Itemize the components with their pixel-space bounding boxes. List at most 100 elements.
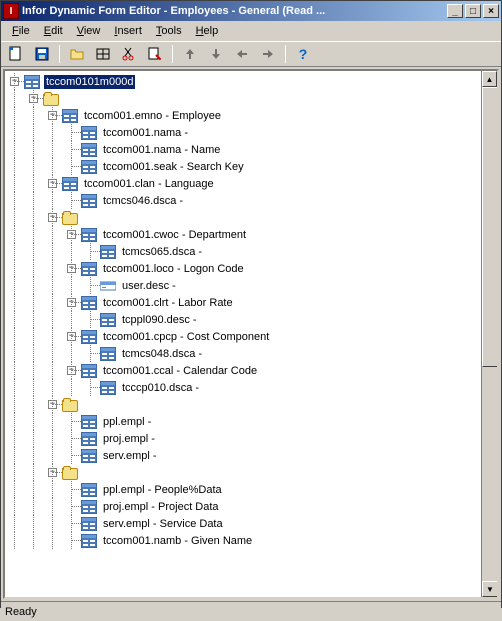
tree-node[interactable]: − [5,209,481,226]
tree-node[interactable]: proj.empl - Project Data [5,498,481,515]
move-up-button[interactable] [179,44,201,64]
collapse-toggle[interactable]: − [5,73,24,90]
tree-node[interactable]: − tccom001.clan - Language [5,175,481,192]
move-down-button[interactable] [205,44,227,64]
collapse-toggle[interactable]: − [43,464,62,481]
help-button[interactable]: ? [292,44,314,64]
tree-node-label[interactable]: tccom001.namb - Given Name [101,534,254,548]
tree-pane: −tccom0101m000d−−tccom001.emno - Employe… [3,69,499,599]
tree-node[interactable]: ppl.empl - People%Data [5,481,481,498]
tree-node[interactable]: tcccp010.dsca - [5,379,481,396]
tree-node-label[interactable]: tccom0101m000d [44,75,135,89]
scroll-down-arrow[interactable]: ▼ [482,581,498,597]
tree-node[interactable]: tcppl090.desc - [5,311,481,328]
tree-node[interactable]: proj.empl - [5,430,481,447]
tree-node[interactable]: tcmcs065.dsca - [5,243,481,260]
tree-node-label[interactable]: ppl.empl - [101,415,153,429]
collapse-toggle[interactable]: − [24,90,43,107]
tree-node-label[interactable]: tccom001.loco - Logon Code [101,262,246,276]
tree-node[interactable]: − [5,464,481,481]
tree-node-label[interactable]: tccom001.cwoc - Department [101,228,248,242]
tree-node[interactable]: tccom001.namb - Given Name [5,532,481,549]
tree-node-label[interactable]: tcmcs046.dsca - [101,194,185,208]
tree-node[interactable]: − tccom001.loco - Logon Code [5,260,481,277]
open-button[interactable] [66,44,88,64]
tree-node-label[interactable]: tccom001.clrt - Labor Rate [101,296,235,310]
menu-edit[interactable]: Edit [37,23,70,39]
collapse-toggle[interactable]: − [62,226,81,243]
tree-node-label[interactable]: tccom001.ccal - Calendar Code [101,364,259,378]
tree-node-label[interactable]: tccom001.emno - Employee [82,109,223,123]
tree-node[interactable]: tccom001.nama - Name [5,141,481,158]
menu-file[interactable]: File [5,23,37,39]
form-icon [81,125,97,141]
properties-button[interactable] [144,44,166,64]
scroll-thumb[interactable] [482,87,498,367]
minimize-button[interactable]: _ [447,4,463,18]
save-button[interactable] [31,44,53,64]
collapse-toggle[interactable]: − [62,328,81,345]
tree-node-label[interactable]: tccom001.nama - Name [101,143,222,157]
tree-node-label[interactable]: serv.empl - Service Data [101,517,225,531]
tree-node[interactable]: − tccom001.ccal - Calendar Code [5,362,481,379]
vertical-scrollbar[interactable]: ▲ ▼ [481,71,497,597]
tree-node[interactable]: ppl.empl - [5,413,481,430]
tree-node-label[interactable]: tccom001.clan - Language [82,177,216,191]
tree-node[interactable]: tccom001.seak - Search Key [5,158,481,175]
collapse-toggle[interactable]: − [43,175,62,192]
tree-node[interactable]: tccom001.nama - [5,124,481,141]
scroll-up-arrow[interactable]: ▲ [482,71,497,87]
tree-node[interactable]: − tccom0101m000d [5,73,481,90]
move-left-button[interactable] [231,44,253,64]
menu-help[interactable]: Help [189,23,226,39]
collapse-toggle[interactable]: − [62,294,81,311]
collapse-toggle[interactable]: − [43,396,62,413]
form-icon [62,108,78,124]
tree-node-label[interactable]: tccom001.seak - Search Key [101,160,246,174]
tree-node-label[interactable]: tcmcs065.dsca - [120,245,204,259]
tree-joint [81,311,100,328]
tree-node[interactable]: − [5,396,481,413]
tree-node[interactable]: serv.empl - [5,447,481,464]
tree-node-label[interactable]: tcppl090.desc - [120,313,199,327]
tree-node[interactable]: − tccom001.cpcp - Cost Component [5,328,481,345]
tree-node-label[interactable]: proj.empl - [101,432,157,446]
form-icon [81,261,97,277]
tree-node[interactable]: serv.empl - Service Data [5,515,481,532]
collapse-toggle[interactable]: − [43,107,62,124]
tree-node-label[interactable]: tccom001.cpcp - Cost Component [101,330,271,344]
form-icon [100,312,116,328]
close-button[interactable]: × [483,4,499,18]
cut-button[interactable] [118,44,140,64]
tree-joint [62,498,81,515]
collapse-toggle[interactable]: − [62,362,81,379]
menu-view[interactable]: View [70,23,108,39]
tree-node-label[interactable]: proj.empl - Project Data [101,500,221,514]
maximize-button[interactable]: □ [465,4,481,18]
tree-node[interactable]: tcmcs048.dsca - [5,345,481,362]
collapse-toggle[interactable]: − [62,260,81,277]
tree-node-label[interactable]: tcccp010.dsca - [120,381,201,395]
tree-node-label[interactable]: serv.empl - [101,449,159,463]
tree-joint [62,124,81,141]
new-button[interactable] [5,44,27,64]
tree-node[interactable]: − tccom001.emno - Employee [5,107,481,124]
menu-insert[interactable]: Insert [107,23,149,39]
form-icon [81,227,97,243]
form-icon [81,159,97,175]
tree-node[interactable]: − tccom001.cwoc - Department [5,226,481,243]
grid-button[interactable] [92,44,114,64]
tree-node-label[interactable]: user.desc - [120,279,178,293]
move-right-button[interactable] [257,44,279,64]
tree-node-label[interactable]: tcmcs048.dsca - [120,347,204,361]
tree-node[interactable]: tcmcs046.dsca - [5,192,481,209]
collapse-toggle[interactable]: − [43,209,62,226]
tree-node[interactable]: − tccom001.clrt - Labor Rate [5,294,481,311]
menu-tools[interactable]: Tools [149,23,189,39]
tree-joint [62,481,81,498]
tree-node-label[interactable]: tccom001.nama - [101,126,190,140]
tree-node-label[interactable]: ppl.empl - People%Data [101,483,224,497]
form-icon [81,414,97,430]
tree-node[interactable]: − [5,90,481,107]
tree-node[interactable]: user.desc - [5,277,481,294]
